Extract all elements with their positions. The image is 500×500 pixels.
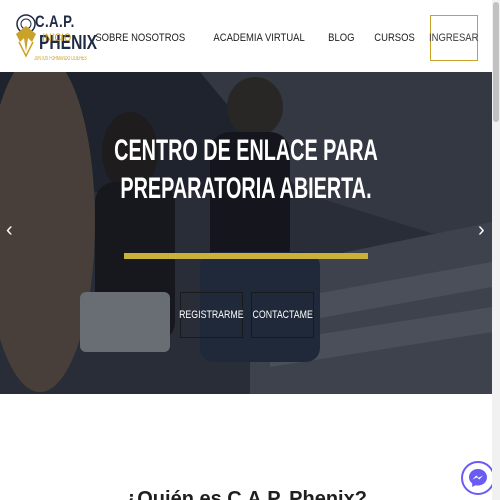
hero-slider: CENTRO DE ENLACE PARA PREPARATORIA ABIER…: [0, 72, 492, 394]
nav-item-blog[interactable]: BLOG: [328, 32, 354, 44]
hero-title: CENTRO DE ENLACE PARA PREPARATORIA ABIER…: [0, 132, 492, 208]
site-header: C.A.P. PHENIX JUNTOS FORMANDO LIDERES IN…: [0, 0, 492, 72]
register-button[interactable]: REGISTRARME: [179, 292, 244, 338]
hero-overlay: [0, 72, 492, 394]
messenger-chat-button[interactable]: [461, 461, 495, 495]
slider-next-icon[interactable]: ›: [478, 220, 485, 240]
nav-item-sobre-nosotros[interactable]: SOBRE NOSOTROS: [95, 32, 185, 44]
login-button-label: INGRESAR: [429, 32, 479, 44]
nav-item-academia-virtual[interactable]: ACADEMIA VIRTUAL: [214, 32, 305, 44]
hero-title-line2: PREPARATORIA ABIERTA.: [120, 172, 372, 205]
main-nav: INICIO SOBRE NOSOTROS ACADEMIA VIRTUAL B…: [26, 14, 479, 62]
nav-item-inicio[interactable]: INICIO: [42, 32, 71, 44]
messenger-icon: [469, 469, 487, 487]
hero-divider: [124, 253, 368, 259]
page-scrollbar[interactable]: [492, 0, 500, 500]
login-button[interactable]: INGRESAR: [429, 15, 479, 61]
slider-prev-icon[interactable]: ‹: [6, 220, 13, 240]
contact-button[interactable]: CONTACTAME: [251, 292, 314, 338]
contact-button-label: CONTACTAME: [252, 309, 313, 321]
nav-item-cursos[interactable]: CURSOS: [374, 32, 414, 44]
scrollbar-thumb[interactable]: [493, 2, 499, 122]
hero-title-line1: CENTRO DE ENLACE PARA: [114, 134, 378, 167]
about-heading: ¿Quién es C.A.P. Phenix?: [125, 488, 367, 500]
page: C.A.P. PHENIX JUNTOS FORMANDO LIDERES IN…: [0, 0, 500, 500]
register-button-label: REGISTRARME: [179, 309, 244, 321]
